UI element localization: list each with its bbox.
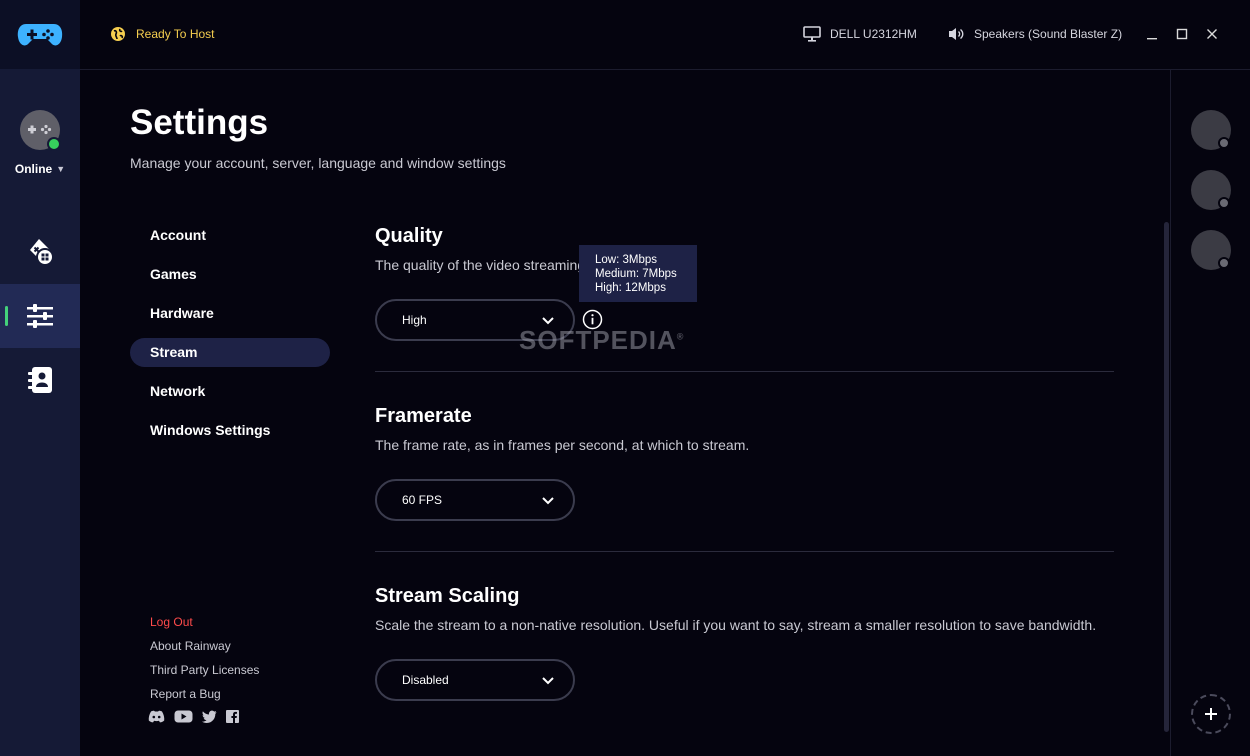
display-device[interactable]: DELL U2312HM [803,26,917,42]
nav-stream[interactable]: Stream [130,338,330,367]
scaling-select[interactable]: Disabled [375,659,575,701]
page-title: Settings [130,103,269,142]
watermark-text: SOFTPEDIA [519,325,677,355]
watermark-registered: ® [676,331,685,342]
minimize-button[interactable] [1139,21,1165,47]
audio-device-label: Speakers (Sound Blaster Z) [974,27,1123,41]
nav-games[interactable]: Games [130,260,330,289]
user-status[interactable]: Online ▼ [0,108,80,176]
softpedia-watermark: SOFTPEDIA® [519,325,684,356]
scaling-description: Scale the stream to a non-native resolut… [375,617,1097,633]
avatar[interactable] [20,110,61,151]
youtube-icon[interactable] [174,710,193,723]
close-icon [1207,29,1217,39]
offline-indicator [1218,137,1230,149]
maximize-button[interactable] [1169,21,1195,47]
scaling-title: Stream Scaling [375,585,520,607]
friend-avatar[interactable] [1191,110,1231,150]
display-device-label: DELL U2312HM [830,27,917,41]
framerate-select-value: 60 FPS [402,493,443,507]
licenses-link[interactable]: Third Party Licenses [150,663,259,677]
globe-icon [111,27,125,41]
maximize-icon [1176,28,1188,40]
scaling-select-value: Disabled [402,673,449,687]
quality-title: Quality [375,225,443,247]
close-button[interactable] [1199,21,1225,47]
gamepad-avatar-icon [28,124,52,135]
quality-description: The quality of the video streaming [375,257,586,273]
app-rail: Online ▼ [0,0,80,756]
monitor-icon [803,26,821,42]
plus-icon [1205,708,1217,720]
caret-down-icon: ▼ [56,164,66,174]
nav-windows-settings[interactable]: Windows Settings [130,416,330,445]
contact-book-icon [28,367,52,393]
chevron-down-icon [542,316,554,324]
chevron-down-icon [542,496,554,504]
about-link[interactable]: About Rainway [150,639,231,653]
content-scrollbar[interactable] [1164,222,1169,732]
games-controller-icon [30,239,54,266]
titlebar-divider [80,69,1250,70]
title-bar: Ready To Host DELL U2312HM Speakers (Sou… [80,0,1250,69]
quality-select-value: High [402,313,427,327]
tooltip-line-low: Low: 3Mbps [595,254,658,266]
offline-indicator [1218,197,1230,209]
framerate-select[interactable]: 60 FPS [375,479,575,521]
rail-settings[interactable] [0,284,80,348]
nav-hardware[interactable]: Hardware [130,299,330,328]
framerate-title: Framerate [375,405,472,427]
facebook-icon[interactable] [226,710,239,723]
friends-panel-divider [1170,70,1171,756]
minimize-icon [1147,38,1157,40]
nav-network[interactable]: Network [130,377,330,406]
host-status-label: Ready To Host [136,27,215,41]
discord-icon[interactable] [148,710,165,723]
social-links [148,710,239,723]
offline-indicator [1218,257,1230,269]
speaker-icon [949,28,964,40]
rail-contacts[interactable] [0,348,80,412]
tooltip-line-high: High: 12Mbps [595,282,666,294]
status-dropdown[interactable]: Online ▼ [0,162,80,176]
sliders-icon [27,304,53,328]
audio-device[interactable]: Speakers (Sound Blaster Z) [947,26,1122,42]
logout-link[interactable]: Log Out [150,615,193,629]
add-friend-button[interactable] [1191,694,1231,734]
app-logo[interactable] [0,0,80,69]
section-divider [375,551,1114,552]
friend-avatar[interactable] [1191,230,1231,270]
section-divider [375,371,1114,372]
status-label: Online [14,162,53,176]
gamepad-logo-icon [17,23,63,45]
twitter-icon[interactable] [202,710,217,723]
friend-avatar[interactable] [1191,170,1231,210]
nav-account[interactable]: Account [130,221,330,250]
framerate-description: The frame rate, as in frames per second,… [375,437,750,453]
quality-tooltip: Low: 3Mbps Medium: 7Mbps High: 12Mbps [579,245,697,302]
host-status: Ready To Host [110,26,215,42]
online-indicator [47,137,61,151]
tooltip-line-medium: Medium: 7Mbps [595,268,677,280]
report-bug-link[interactable]: Report a Bug [150,687,221,701]
chevron-down-icon [542,676,554,684]
page-subtitle: Manage your account, server, language an… [130,155,506,171]
rail-games[interactable] [0,220,80,284]
